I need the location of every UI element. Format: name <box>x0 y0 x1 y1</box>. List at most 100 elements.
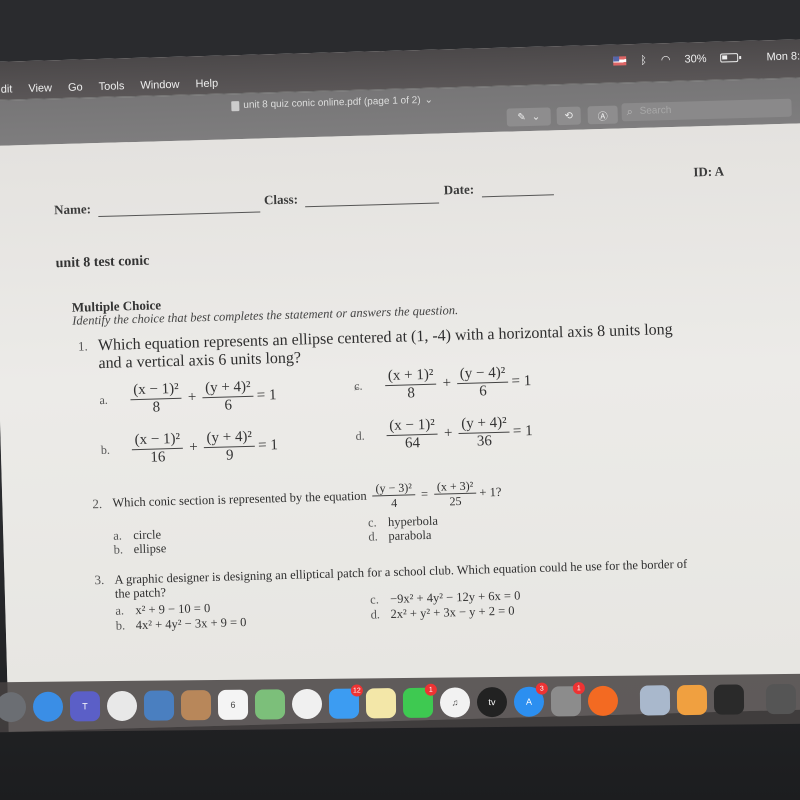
option-text: 4x² + 4y² − 3x + 9 = 0 <box>135 615 247 633</box>
app-menus: dit View Go Tools Window Help <box>1 78 219 96</box>
dock-launchpad-icon[interactable] <box>0 691 27 723</box>
wifi-icon[interactable]: ◠ <box>661 53 671 66</box>
option-label: b. <box>115 618 126 633</box>
screen: dit View Go Tools Window Help ᛒ ◠ 30% Mo… <box>0 38 800 732</box>
notification-badge: 12 <box>350 684 363 697</box>
option-text: hyperbola <box>387 513 439 530</box>
q1-option-b[interactable]: b. (x − 1)² 16 + (y + 4)² 9 = 1 <box>100 428 278 468</box>
option-label: ɕ. <box>353 378 363 393</box>
fraction: (x − 1)² 8 <box>129 380 182 417</box>
equals-one: = 1 <box>256 387 277 404</box>
chevron-down-icon: ⌄ <box>531 111 541 123</box>
notification-badge: 1 <box>424 683 437 696</box>
fraction: (x − 1)² 64 <box>386 416 439 453</box>
denominator: 64 <box>404 435 421 452</box>
dock-teams-icon[interactable]: T <box>69 691 101 722</box>
option-text: x² + 9 − 10 = 0 <box>135 601 211 618</box>
equals-one: = 1 <box>511 373 532 390</box>
numerator: (x + 1)² <box>384 366 437 387</box>
input-source-flag-icon[interactable] <box>613 56 627 66</box>
q1-option-c[interactable]: ɕ. (x + 1)² 8 + (y − 4)² 6 = 1 <box>354 364 532 404</box>
clock[interactable]: Mon 8: <box>766 50 800 63</box>
menu-go[interactable]: Go <box>68 81 83 93</box>
dock-messages-icon[interactable]: 12 <box>328 684 363 719</box>
fraction: (y − 4)² 6 <box>456 364 509 401</box>
option-label: a. <box>99 392 109 408</box>
document-title-text: unit 8 quiz conic online.pdf (page 1 of … <box>243 94 421 111</box>
q1-option-a[interactable]: a. (x − 1)² 8 + (y + 4)² 6 = 1 <box>99 378 277 418</box>
dock-contacts-icon[interactable] <box>180 690 212 721</box>
dock-preview-icon[interactable] <box>143 690 175 721</box>
numerator: (y + 4)² <box>203 428 256 449</box>
fraction: (y − 3)² 4 <box>372 480 416 510</box>
fraction: (y + 4)² 9 <box>203 428 256 465</box>
markup-toolbar-button[interactable]: Ⓐ <box>587 105 618 125</box>
q1-option-d[interactable]: d. (x − 1)² 64 + (y + 4)² 36 = 1 <box>355 414 533 454</box>
dock-preview-docs-icon[interactable] <box>639 685 671 716</box>
name-label: Name: <box>53 201 92 218</box>
numerator: (y − 3)² <box>372 480 416 497</box>
battery-icon[interactable] <box>720 53 739 63</box>
dock-safari-icon[interactable] <box>32 691 64 722</box>
dock-calendar-icon[interactable]: 6 <box>217 689 249 720</box>
fraction: (x + 3)² 25 <box>433 478 477 509</box>
dock-downloads-stack-icon[interactable] <box>765 683 797 715</box>
menu-view[interactable]: View <box>28 82 52 95</box>
name-field: Name: <box>53 197 261 219</box>
numerator: (x − 1)² <box>129 380 182 401</box>
dock-facetime-icon[interactable]: 1 <box>402 683 437 719</box>
numerator: (x + 3)² <box>433 478 477 495</box>
menu-window[interactable]: Window <box>140 79 179 92</box>
rotate-button[interactable]: ⟲ <box>556 106 581 126</box>
q3-option-d[interactable]: d. 2x² + y² + 3x − y + 2 = 0 <box>370 604 514 623</box>
app-glyph: tv <box>488 697 496 708</box>
fraction: (y + 4)² 36 <box>457 414 510 451</box>
dock-notes-icon[interactable] <box>365 688 397 719</box>
dock-app-store-icon[interactable]: A3 <box>513 682 548 717</box>
option-label: d. <box>370 607 381 622</box>
equals-sign: = <box>420 486 429 502</box>
rotate-icon: ⟲ <box>564 110 574 122</box>
markup-pen-button[interactable]: ✎ ⌄ <box>506 107 551 127</box>
search-input[interactable]: Search <box>621 98 792 122</box>
app-glyph: A <box>525 696 533 707</box>
pdf-page: Name: Class: Date: ID: A unit 8 test con… <box>0 122 800 732</box>
dock-music-icon[interactable]: ♫ <box>439 687 471 718</box>
option-text: parabola <box>388 527 432 544</box>
dock-maps-icon[interactable] <box>254 689 286 720</box>
question-number: 2. <box>92 495 103 511</box>
menu-tools[interactable]: Tools <box>99 80 125 93</box>
app-glyph: T <box>82 701 88 712</box>
name-blank <box>98 211 261 218</box>
option-label: b. <box>113 542 124 557</box>
question-number: 3. <box>94 572 105 588</box>
dock-chrome-icon[interactable] <box>106 690 138 722</box>
option-label: d. <box>355 428 365 443</box>
menu-help[interactable]: Help <box>195 78 218 91</box>
numerator: (y + 4)² <box>201 378 254 399</box>
dock-system-preferences-icon[interactable]: 1 <box>550 682 585 717</box>
status-area: ᛒ ◠ 30% Mon 8: <box>613 49 800 67</box>
date-label: Date: <box>443 181 475 198</box>
date-blank <box>481 194 554 198</box>
dock-stocks-icon[interactable] <box>713 684 745 715</box>
document-title[interactable]: unit 8 quiz conic online.pdf (page 1 of … <box>231 95 433 112</box>
option-label: c. <box>369 592 380 607</box>
denominator: 16 <box>150 449 166 466</box>
option-text: ellipse <box>133 541 167 557</box>
menu-edit[interactable]: dit <box>1 83 13 95</box>
chevron-down-icon: ⌄ <box>424 94 434 106</box>
dock-origin-icon[interactable] <box>587 685 619 717</box>
dock-photos-icon[interactable] <box>291 688 323 720</box>
dock-pages-icon[interactable] <box>676 684 708 716</box>
q2-option-b[interactable]: b. ellipse <box>113 541 166 557</box>
dock-apple-tv-icon[interactable]: tv <box>476 686 508 718</box>
equals-one: = 1 <box>257 437 279 454</box>
plus-sign: + <box>189 439 198 456</box>
q2-option-d[interactable]: d. parabola <box>368 528 431 545</box>
bluetooth-icon[interactable]: ᛒ <box>640 54 647 66</box>
q3-option-b[interactable]: b. 4x² + 4y² − 3x + 9 = 0 <box>116 615 247 634</box>
test-id: ID: A <box>693 163 725 180</box>
denominator: 9 <box>225 447 234 464</box>
plus-sign: + <box>442 375 452 392</box>
